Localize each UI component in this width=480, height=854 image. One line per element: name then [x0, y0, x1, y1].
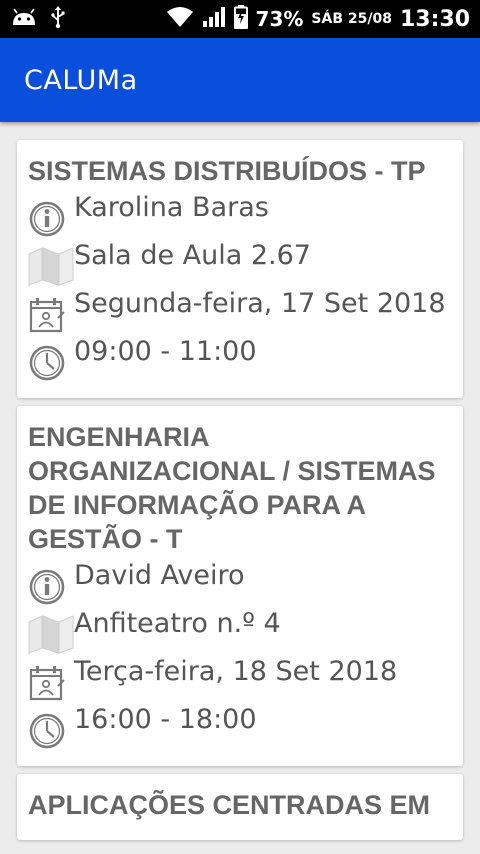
date-row: Segunda-feira, 17 Set 2018: [28, 288, 451, 336]
battery-charging-icon: [233, 5, 248, 33]
time-row: 16:00 - 18:00: [28, 704, 451, 752]
class-time: 16:00 - 18:00: [74, 704, 257, 735]
info-icon: [28, 560, 74, 606]
class-date: Segunda-feira, 17 Set 2018: [74, 288, 446, 319]
room-name: Anfiteatro n.º 4: [74, 608, 281, 639]
schedule-card[interactable]: APLICAÇÕES CENTRADAS EM: [17, 774, 463, 840]
clock-icon: [28, 704, 74, 750]
clock-icon: [28, 336, 74, 382]
app-bar: CALUMa: [0, 38, 480, 122]
android-icon: [10, 7, 38, 31]
calendar-icon: [28, 288, 74, 334]
room-row: Anfiteatro n.º 4: [28, 608, 451, 656]
battery-percent: 73%: [255, 7, 304, 31]
usb-icon: [50, 5, 66, 33]
room-name: Sala de Aula 2.67: [74, 240, 311, 271]
date-row: Terça-feira, 18 Set 2018: [28, 656, 451, 704]
class-title: SISTEMAS DISTRIBUÍDOS - TP: [28, 156, 426, 186]
class-time: 09:00 - 11:00: [74, 336, 257, 367]
status-date: SÁB 25/08: [311, 11, 392, 27]
schedule-card[interactable]: SISTEMAS DISTRIBUÍDOS - TP Karolina Bara…: [17, 140, 463, 398]
info-icon: [28, 192, 74, 238]
map-icon: [28, 240, 74, 286]
teacher-name: Karolina Baras: [74, 192, 269, 223]
class-date: Terça-feira, 18 Set 2018: [74, 656, 398, 687]
teacher-row: David Aveiro: [28, 560, 451, 608]
map-icon: [28, 608, 74, 654]
teacher-name: David Aveiro: [74, 560, 245, 591]
wifi-icon: [166, 6, 194, 32]
schedule-list[interactable]: SISTEMAS DISTRIBUÍDOS - TP Karolina Bara…: [0, 122, 480, 854]
class-title: ENGENHARIA ORGANIZACIONAL / SISTEMAS DE …: [28, 422, 436, 554]
status-bar: 73% SÁB 25/08 13:30: [0, 0, 480, 38]
signal-icon: [202, 6, 226, 32]
time-row: 09:00 - 11:00: [28, 336, 451, 384]
teacher-row: Karolina Baras: [28, 192, 451, 240]
calendar-icon: [28, 656, 74, 702]
status-time: 13:30: [399, 6, 470, 32]
app-title: CALUMa: [24, 64, 138, 96]
room-row: Sala de Aula 2.67: [28, 240, 451, 288]
schedule-card[interactable]: ENGENHARIA ORGANIZACIONAL / SISTEMAS DE …: [17, 406, 463, 766]
class-title: APLICAÇÕES CENTRADAS EM: [28, 790, 431, 820]
